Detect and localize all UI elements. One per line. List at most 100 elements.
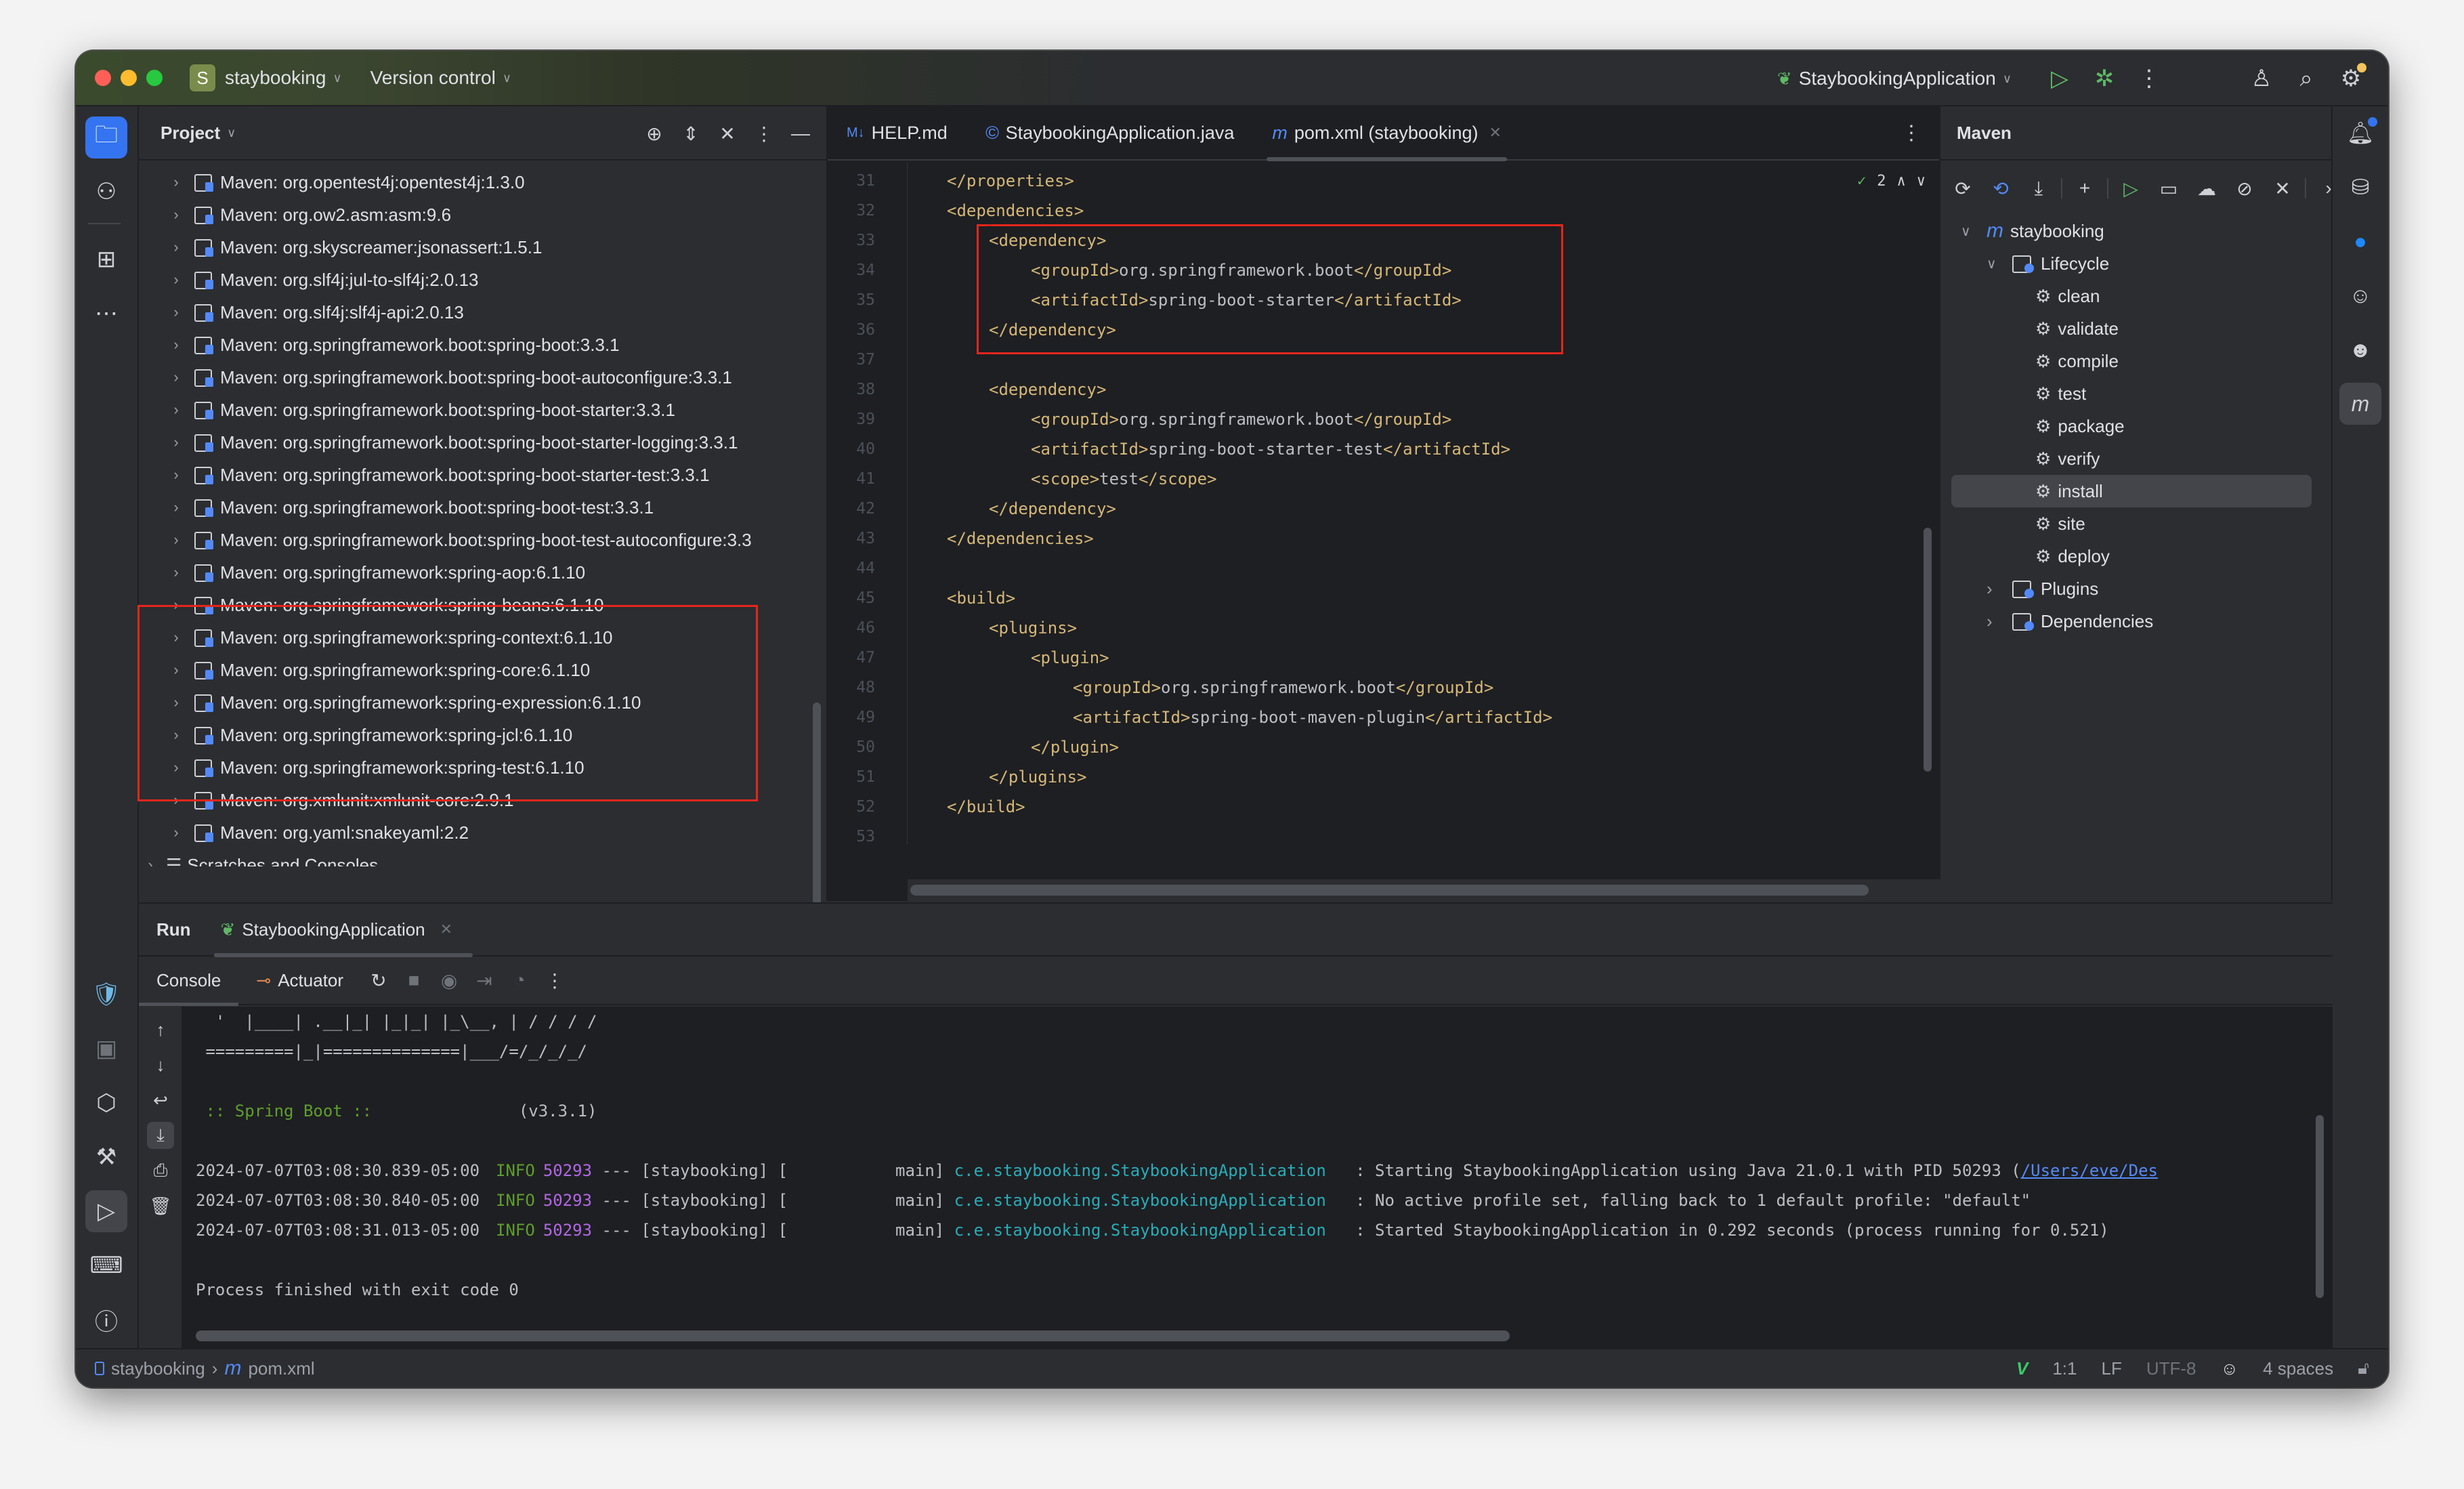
chevron-right-icon[interactable]: › xyxy=(166,499,186,516)
offline-icon[interactable]: ☁ xyxy=(2191,177,2222,200)
tree-item[interactable]: › Maven: org.springframework.boot:spring-… xyxy=(139,491,826,524)
log-path-link[interactable]: /Users/eve/Des xyxy=(2021,1161,2158,1180)
add-icon[interactable]: + xyxy=(2069,177,2100,199)
database-button[interactable]: ⛁ xyxy=(2339,166,2381,208)
rerun-icon[interactable]: ↻ xyxy=(361,969,396,992)
console-output[interactable]: ' |____| .__|_| |_|_| |_\__, | / / / / =… xyxy=(182,1007,2333,1349)
chevron-right-icon[interactable]: › xyxy=(166,303,186,321)
print-icon[interactable]: ⎙ xyxy=(147,1157,174,1184)
run-tab-staybooking[interactable]: ❦ StaybookingApplication ✕ xyxy=(213,903,473,957)
scroll-down-icon[interactable]: ↓ xyxy=(147,1051,174,1078)
chevron-right-icon[interactable]: › xyxy=(166,466,186,484)
expand-all-icon[interactable]: ⇕ xyxy=(677,123,704,145)
run-config-icon[interactable]: ▭ xyxy=(2153,177,2184,200)
reimport-folder-icon[interactable]: ⟲ xyxy=(1985,177,2016,200)
chevron-right-icon[interactable]: › xyxy=(166,694,186,711)
close-icon[interactable]: ✕ xyxy=(1489,124,1501,142)
options-icon[interactable]: ⋮ xyxy=(750,123,778,145)
terminal-tool-button[interactable]: ⌨ xyxy=(85,1244,127,1286)
close-icon[interactable]: ✕ xyxy=(440,921,452,938)
lifecycle-goal-compile[interactable]: ⚙ compile xyxy=(1940,345,2331,377)
tab-help-md[interactable]: M↓ HELP.md xyxy=(828,106,967,160)
lifecycle-goal-validate[interactable]: ⚙ validate xyxy=(1940,312,2331,345)
tree-item[interactable]: › Maven: org.springframework.boot:spring-… xyxy=(139,394,826,426)
lifecycle-goal-verify[interactable]: ⚙ verify xyxy=(1940,442,2331,475)
tree-item[interactable]: › Maven: org.opentest4j:opentest4j:1.3.0 xyxy=(139,166,826,198)
tree-item[interactable]: › Maven: org.springframework.boot:spring-… xyxy=(139,426,826,459)
chevron-down-icon[interactable]: ∨ xyxy=(1987,255,2007,272)
tab-staybookingapplication-java[interactable]: © StaybookingApplication.java xyxy=(967,106,1254,160)
code-area[interactable]: ✓ 2 ∧ ∨ 31 </properties> 32 <dependencies> 3… xyxy=(828,162,1939,845)
chevron-right-icon[interactable]: › xyxy=(166,791,186,809)
collapse-icon[interactable]: ✕ xyxy=(2267,177,2298,200)
file-encoding[interactable]: UTF-8 xyxy=(2146,1358,2196,1379)
problems-tool-button[interactable]: ⓘ xyxy=(85,1299,127,1341)
breadcrumb-project[interactable]: staybooking xyxy=(111,1358,205,1379)
attach-icon[interactable]: ⇥ xyxy=(467,969,502,992)
chevron-right-icon[interactable]: › xyxy=(1987,611,2007,632)
tree-item[interactable]: › Maven: org.springframework:spring-conte… xyxy=(139,621,826,654)
project-panel-title[interactable]: Project xyxy=(161,123,220,144)
tab-options-icon[interactable]: ⋮ xyxy=(1901,121,1921,145)
tree-item[interactable]: › Maven: org.yaml:snakeyaml:2.2 xyxy=(139,816,826,849)
debug-button[interactable]: ✲ xyxy=(2082,56,2127,101)
chevron-right-icon[interactable]: › xyxy=(166,596,186,614)
tree-item[interactable]: › Maven: org.springframework:spring-test:… xyxy=(139,751,826,784)
tree-item[interactable]: › Maven: org.slf4j:jul-to-slf4j:2.0.13 xyxy=(139,264,826,296)
tree-item[interactable]: › Maven: org.skyscreamer:jsonassert:1.5.1 xyxy=(139,231,826,264)
chevron-right-icon[interactable]: › xyxy=(166,661,186,679)
tree-item[interactable]: › Maven: org.springframework:spring-aop:6… xyxy=(139,556,826,589)
maven-tool-button[interactable]: m xyxy=(2339,383,2381,425)
clear-console-icon[interactable]: 🗑︎ xyxy=(147,1192,174,1219)
chevron-right-icon[interactable]: › xyxy=(166,238,186,256)
chevron-right-icon[interactable]: › xyxy=(1987,579,2007,600)
project-tool-button[interactable]: 🗀 xyxy=(85,117,127,159)
bookmarks-tool-button[interactable]: ▣ xyxy=(85,1028,127,1070)
plugin-tool-button[interactable]: 🛡 xyxy=(85,973,127,1015)
line-ending[interactable]: LF xyxy=(2102,1358,2122,1379)
tab-pom-xml[interactable]: m pom.xml (staybooking) ✕ xyxy=(1253,106,1521,161)
more-icon[interactable]: ⋮ xyxy=(537,969,572,992)
chevron-down-icon[interactable]: ∨ xyxy=(1961,223,1981,240)
screenshot-icon[interactable]: ◉ xyxy=(431,969,467,992)
dependencies-item[interactable]: › Dependencies xyxy=(1940,605,2331,637)
lifecycle-goal-deploy[interactable]: ⚙ deploy xyxy=(1940,540,2331,572)
tab-console[interactable]: Console xyxy=(139,956,239,1006)
chevron-right-icon[interactable]: › xyxy=(166,401,186,419)
chevron-right-icon[interactable]: › xyxy=(166,759,186,776)
chevron-right-icon[interactable]: › xyxy=(166,824,186,841)
chat-button[interactable]: ● xyxy=(2339,220,2381,262)
structure-tool-button[interactable]: ⊞ xyxy=(85,238,127,280)
chevron-right-icon[interactable]: › xyxy=(166,564,186,581)
read-only-toggle-icon[interactable]: 🔓︎ xyxy=(2358,1358,2369,1379)
plugins-item[interactable]: › Plugins xyxy=(1940,572,2331,605)
soft-wrap-icon[interactable]: ↩ xyxy=(147,1087,174,1114)
caret-position[interactable]: 1:1 xyxy=(2052,1358,2077,1379)
chevron-right-icon[interactable]: › xyxy=(166,336,186,354)
vim-icon[interactable]: V xyxy=(2016,1358,2028,1379)
tree-item[interactable]: › Maven: org.springframework:spring-beans… xyxy=(139,589,826,621)
project-selector[interactable]: staybooking xyxy=(225,67,326,89)
minimize-window-button[interactable] xyxy=(121,70,137,86)
copilot-chat-button[interactable]: ☻ xyxy=(2339,329,2381,371)
maven-root-item[interactable]: ∨ m staybooking xyxy=(1940,215,2331,247)
services-tool-button[interactable]: ⬡ xyxy=(85,1082,127,1124)
reload-icon[interactable]: ⟳ xyxy=(1947,177,1978,200)
settings-button[interactable]: ⚙ xyxy=(2329,56,2373,101)
lifecycle-goal-test[interactable]: ⚙ test xyxy=(1940,377,2331,410)
scroll-to-end-icon[interactable]: ⤓ xyxy=(147,1122,174,1149)
tree-item[interactable]: › Maven: org.springframework:spring-jcl:6… xyxy=(139,719,826,751)
run-button[interactable]: ▷ xyxy=(2037,56,2082,101)
run-goal-icon[interactable]: ▷ xyxy=(2115,177,2146,200)
lifecycle-goal-install[interactable]: ⚙ install xyxy=(1951,475,2312,507)
code-with-me-button[interactable]: ♙ xyxy=(2239,56,2284,101)
chevron-right-icon[interactable]: › xyxy=(166,206,186,224)
chevron-right-icon[interactable]: › xyxy=(166,173,186,191)
lifecycle-goal-site[interactable]: ⚙ site xyxy=(1940,507,2331,540)
collapse-all-icon[interactable]: ✕ xyxy=(714,123,741,145)
tree-item-scratches[interactable]: › ☰ Scratches and Consoles xyxy=(139,849,826,867)
tree-item[interactable]: › Maven: org.springframework.boot:spring-… xyxy=(139,524,826,556)
copilot-status-icon[interactable]: ☺ xyxy=(2221,1358,2239,1379)
notifications-button[interactable]: 🔔︎ xyxy=(2339,112,2381,154)
search-everywhere-button[interactable]: ⌕ xyxy=(2284,56,2329,101)
